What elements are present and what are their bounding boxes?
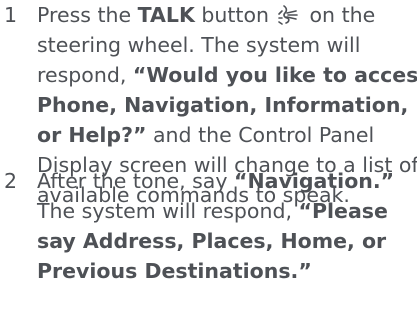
step-line: respond, “Would you like to access — [37, 60, 417, 90]
step-text: After the tone, say “Navigation.” The sy… — [37, 166, 417, 286]
text-run: and the Control Panel — [146, 123, 375, 147]
quoted-response: “Would you like to access — [132, 63, 417, 87]
quoted-response: say Address, Places, Home, or — [37, 229, 387, 253]
quoted-response: or Help?” — [37, 123, 147, 147]
text-run: After the tone, say — [37, 169, 235, 193]
step-line: The system will respond, “Please — [37, 196, 417, 226]
talk-voice-icon — [275, 2, 301, 26]
text-run: Press the — [37, 3, 138, 27]
text-run: respond, — [37, 63, 133, 87]
step-line: After the tone, say “Navigation.” — [37, 166, 417, 196]
text-run: button — [194, 3, 269, 27]
text-run: on the — [303, 3, 376, 27]
instruction-step-2: 2 After the tone, say “Navigation.” The … — [0, 166, 417, 286]
quoted-response: Phone, Navigation, Information, — [37, 93, 409, 117]
quoted-response: Previous Destinations.” — [37, 259, 312, 283]
step-line: Phone, Navigation, Information, — [37, 90, 417, 120]
step-line: Previous Destinations.” — [37, 256, 417, 286]
step-number: 1 — [4, 3, 18, 27]
text-run: The system will respond, — [37, 199, 299, 223]
text-run: steering wheel. The system will — [37, 33, 361, 57]
step-line: or Help?” and the Control Panel — [37, 120, 417, 150]
step-line: steering wheel. The system will — [37, 30, 417, 60]
step-line: say Address, Places, Home, or — [37, 226, 417, 256]
quoted-command: “Navigation.” — [234, 169, 395, 193]
talk-label: TALK — [137, 3, 195, 27]
step-number: 2 — [4, 169, 18, 193]
quoted-response: “Please — [298, 199, 388, 223]
step-line: Press the TALK button on the — [37, 0, 417, 30]
